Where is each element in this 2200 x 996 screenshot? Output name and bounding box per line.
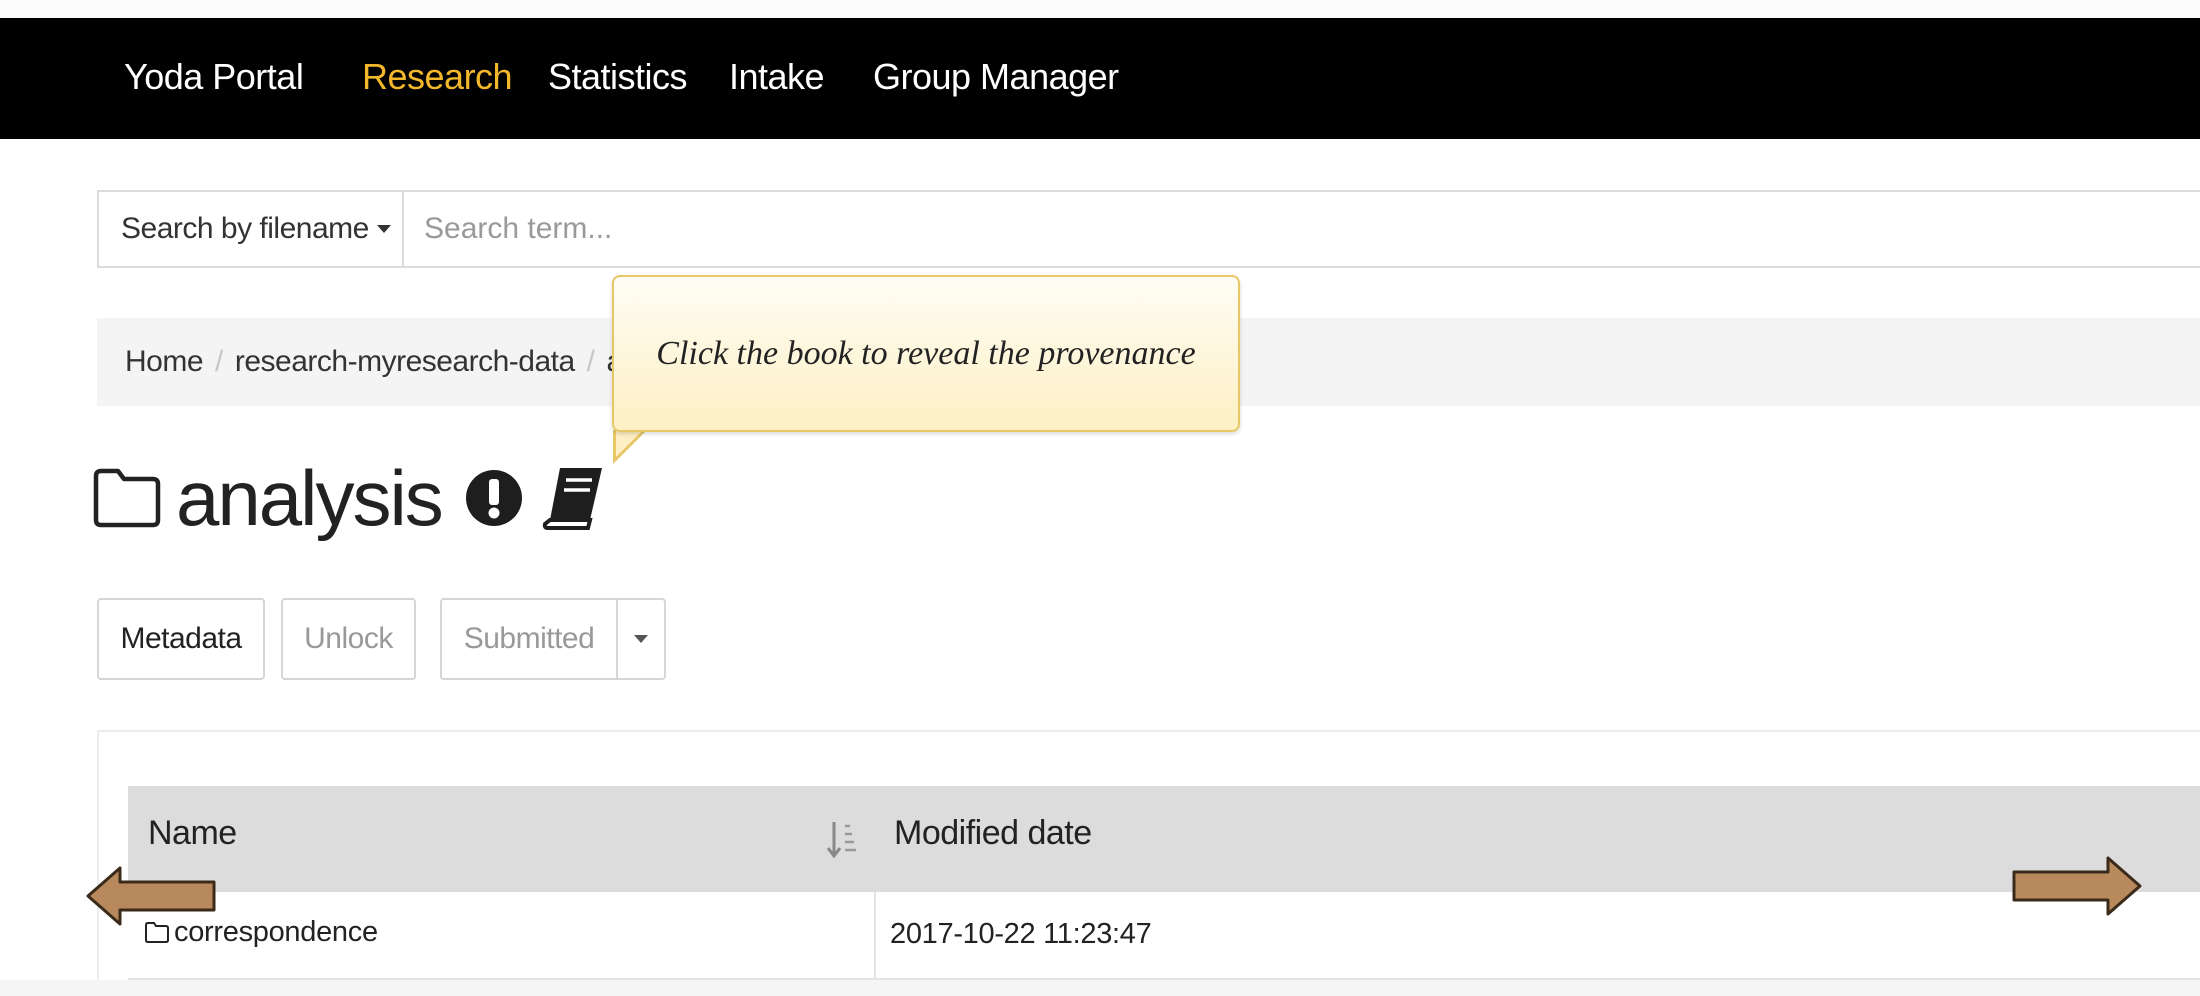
table-header: Name Modified date: [128, 786, 2200, 892]
metadata-button[interactable]: Metadata: [97, 598, 265, 680]
column-divider: [874, 892, 876, 980]
nav-item-statistics[interactable]: Statistics: [548, 56, 688, 98]
book-icon[interactable]: [542, 464, 606, 532]
breadcrumb-separator: /: [586, 345, 595, 378]
folder-title: analysis: [176, 454, 444, 542]
sort-icon[interactable]: [826, 816, 860, 862]
tooltip-tail-fill: [616, 429, 644, 457]
folder-icon: [93, 468, 161, 528]
submitted-dropdown-toggle[interactable]: [616, 598, 666, 680]
row-modified-date: 2017-10-22 11:23:47: [890, 918, 1152, 950]
breadcrumb-home[interactable]: Home: [125, 345, 204, 379]
tooltip-callout: Click the book to reveal the provenance: [612, 275, 1240, 432]
column-header-name[interactable]: Name: [148, 814, 237, 853]
table-row[interactable]: correspondence 2017-10-22 11:23:47: [128, 892, 2200, 980]
alert-icon[interactable]: [464, 468, 524, 528]
submitted-button[interactable]: Submitted: [440, 598, 618, 680]
unlock-button-label: Unlock: [304, 622, 393, 655]
previous-arrow[interactable]: [86, 866, 218, 926]
nav-item-group-manager[interactable]: Group Manager: [873, 56, 1119, 98]
bottom-strip: [0, 980, 2200, 996]
navbar: Yoda Portal Research Statistics Intake G…: [0, 18, 2200, 139]
search-mode-label: Search by filename: [121, 212, 369, 245]
breadcrumb-separator: /: [215, 345, 223, 378]
tooltip-text: Click the book to reveal the provenance: [656, 334, 1196, 372]
caret-down-icon: [376, 225, 391, 233]
column-header-modified-date[interactable]: Modified date: [894, 814, 1092, 853]
metadata-button-label: Metadata: [120, 622, 242, 655]
unlock-button[interactable]: Unlock: [281, 598, 416, 680]
breadcrumb-research-group[interactable]: research-myresearch-data: [235, 345, 575, 379]
search-input[interactable]: [406, 192, 2186, 266]
search-mode-dropdown[interactable]: Search by filename: [99, 192, 404, 266]
page-title: analysis: [92, 448, 606, 548]
nav-item-intake[interactable]: Intake: [729, 56, 825, 98]
nav-item-research[interactable]: Research: [362, 56, 513, 98]
top-strip: [0, 0, 2200, 18]
search-bar: Search by filename: [97, 190, 2200, 268]
submitted-button-label: Submitted: [463, 622, 595, 655]
nav-brand[interactable]: Yoda Portal: [124, 56, 304, 98]
caret-down-icon: [634, 635, 648, 643]
next-arrow[interactable]: [2012, 856, 2142, 916]
